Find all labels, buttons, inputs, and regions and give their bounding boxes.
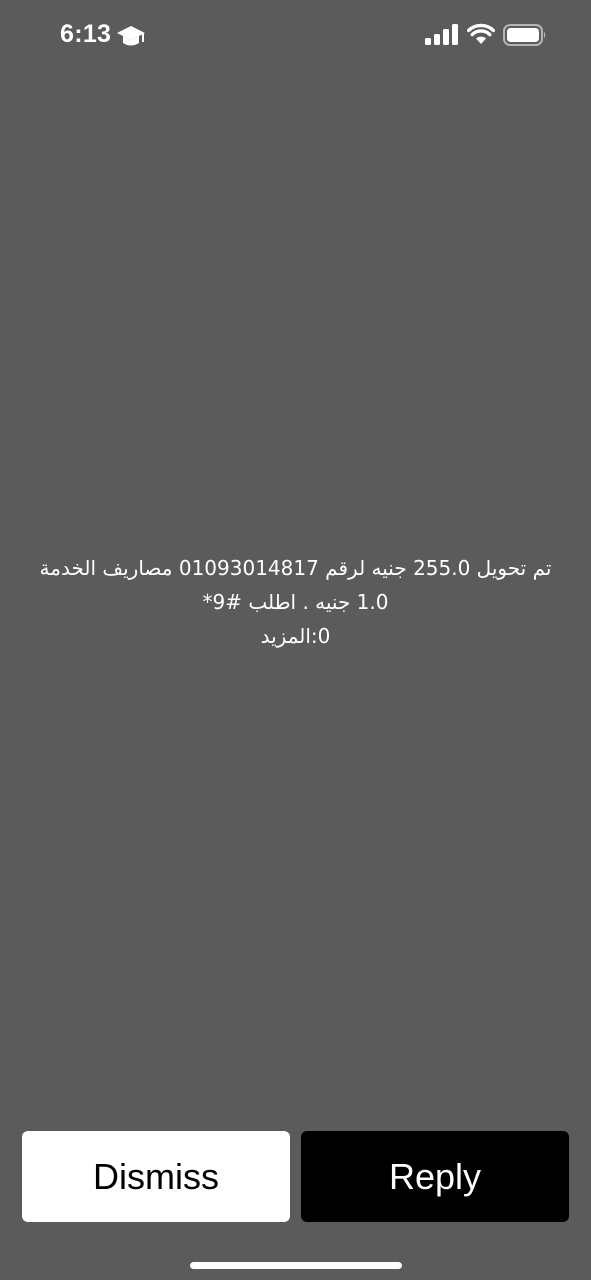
message-line-3: 0:المزيد (260, 624, 331, 648)
home-indicator[interactable] (190, 1262, 402, 1269)
message-line-2: 1.0 جنيه . اطلب #9* (202, 590, 389, 614)
dismiss-button[interactable]: Dismiss (22, 1131, 290, 1222)
reply-button[interactable]: Reply (301, 1131, 569, 1222)
message-line-1: تم تحويل 255.0 جنيه لرقم 01093014817 مصا… (39, 556, 552, 580)
graduation-cap-icon (117, 26, 145, 46)
sms-message-text: تم تحويل 255.0 جنيه لرقم 01093014817 مصا… (10, 551, 581, 653)
status-time: 6:13 (60, 20, 112, 48)
battery-icon (503, 24, 546, 46)
wifi-icon (467, 23, 495, 44)
cellular-signal-icon (425, 24, 458, 45)
status-bar: 6:13 (0, 0, 591, 72)
